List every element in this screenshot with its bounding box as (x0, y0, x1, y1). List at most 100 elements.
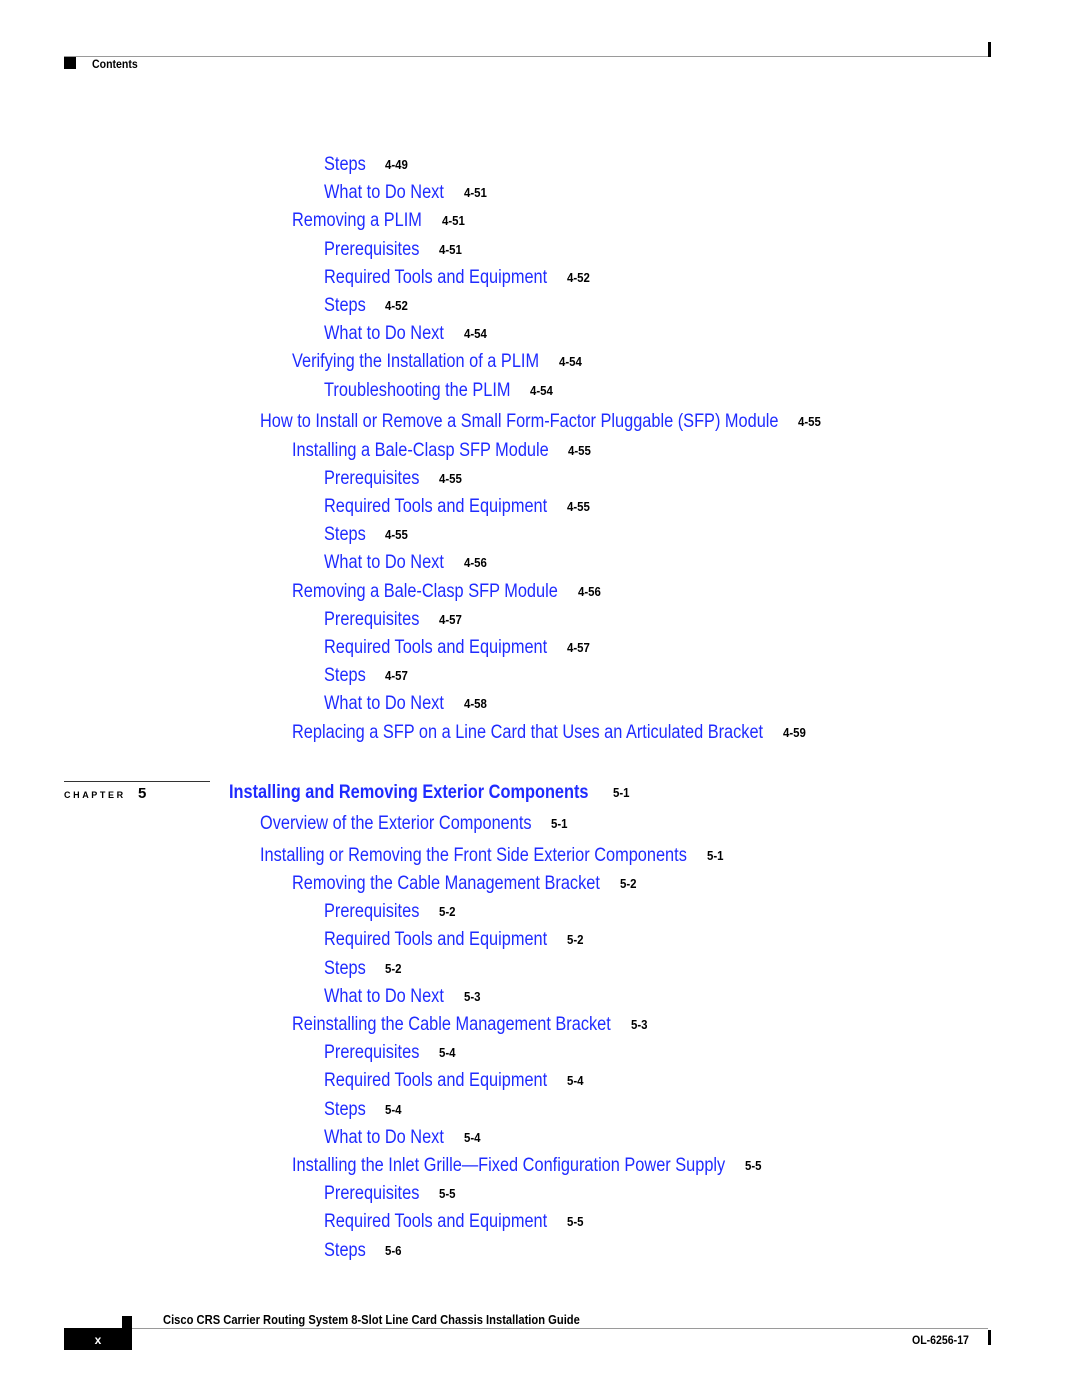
toc-entry[interactable]: Prerequisites 4-55 (324, 469, 465, 488)
toc-entry[interactable]: Removing a Bale-Clasp SFP Module 4-56 (292, 582, 604, 601)
toc-entry-page: 4-49 (385, 157, 409, 172)
chapter-title-link[interactable]: Installing and Removing Exterior Compone… (229, 783, 589, 802)
toc-entry[interactable]: Required Tools and Equipment 5-2 (324, 930, 585, 949)
toc-entry-link[interactable]: Removing a PLIM (292, 211, 422, 230)
toc-entry[interactable]: Overview of the Exterior Components 5-1 (260, 814, 570, 833)
toc-entry-link[interactable]: Installing the Inlet Grille—Fixed Config… (292, 1156, 725, 1175)
toc-entry-page: 5-1 (707, 847, 724, 863)
toc-entry-page: 4-52 (566, 269, 590, 285)
toc-entry-page: 5-6 (385, 1242, 402, 1258)
toc-entry[interactable]: Prerequisites 5-2 (324, 902, 458, 921)
toc-entry[interactable]: Verifying the Installation of a PLIM 4-54 (292, 352, 585, 371)
toc-entry-page: 4-55 (566, 498, 590, 514)
toc-entry-page: 4-52 (385, 298, 409, 313)
toc-entry[interactable]: Removing the Cable Management Bracket 5-2 (292, 874, 639, 893)
toc-entry[interactable]: Replacing a SFP on a Line Card that Uses… (292, 723, 809, 742)
footer-page-number: x (64, 1328, 132, 1350)
chapter-title-entry[interactable]: Installing and Removing Exterior Compone… (229, 783, 632, 802)
toc-entry-page: 5-2 (566, 932, 584, 948)
toc-entry-link[interactable]: Prerequisites (324, 469, 419, 488)
toc-entry-link[interactable]: Required Tools and Equipment (324, 1212, 547, 1231)
toc-entry-link[interactable]: Steps (324, 1241, 366, 1260)
toc-entry-link[interactable]: Steps (324, 155, 366, 174)
toc-entry-link[interactable]: How to Install or Remove a Small Form-Fa… (260, 412, 779, 431)
toc-entry-page: 4-59 (782, 724, 806, 740)
toc-entry-link[interactable]: Replacing a SFP on a Line Card that Uses… (292, 723, 763, 742)
toc-entry-page: 4-55 (385, 527, 409, 543)
toc-entry-link[interactable]: Prerequisites (324, 1043, 419, 1062)
toc-entry-link[interactable]: Troubleshooting the PLIM (324, 381, 511, 400)
toc-entry[interactable]: What to Do Next 4-51 (324, 183, 490, 202)
toc-entry[interactable]: Prerequisites 4-51 (324, 240, 465, 259)
toc-entry-link[interactable]: What to Do Next (324, 183, 444, 202)
toc-entry[interactable]: Installing or Removing the Front Side Ex… (260, 846, 726, 865)
toc-entry-page: 4-57 (566, 639, 590, 655)
footer-rule (132, 1328, 988, 1329)
toc-entry-link[interactable]: What to Do Next (324, 1128, 444, 1147)
toc-entry-link[interactable]: What to Do Next (324, 553, 444, 572)
toc-entry-link[interactable]: Required Tools and Equipment (324, 497, 547, 516)
toc-entry-page: 5-2 (619, 875, 637, 891)
toc-entry-link[interactable]: Reinstalling the Cable Management Bracke… (292, 1015, 611, 1034)
toc-entry-link[interactable]: Steps (324, 296, 366, 315)
toc-entry[interactable]: Steps 4-52 (324, 296, 411, 315)
toc-entry[interactable]: Steps 4-49 (324, 155, 411, 174)
toc-entry-link[interactable]: Steps (324, 525, 366, 544)
toc-entry-link[interactable]: Overview of the Exterior Components (260, 814, 532, 833)
toc-entry[interactable]: What to Do Next 5-4 (324, 1128, 483, 1147)
toc-entry-link[interactable]: Required Tools and Equipment (324, 638, 547, 657)
toc-entry[interactable]: What to Do Next 4-58 (324, 694, 490, 713)
toc-entry-link[interactable]: Steps (324, 1100, 366, 1119)
toc-entry-link[interactable]: Prerequisites (324, 1184, 419, 1203)
toc-entry-link[interactable]: Installing a Bale-Clasp SFP Module (292, 441, 549, 460)
footer-book-title: Cisco CRS Carrier Routing System 8-Slot … (163, 1312, 580, 1327)
footer-marker (122, 1316, 132, 1328)
toc-entry[interactable]: Required Tools and Equipment 4-57 (324, 638, 593, 657)
toc-entry-link[interactable]: Required Tools and Equipment (324, 1071, 547, 1090)
toc-entry[interactable]: Steps 5-4 (324, 1100, 404, 1119)
toc-entry-page: 5-4 (385, 1101, 402, 1117)
toc-entry-link[interactable]: Verifying the Installation of a PLIM (292, 352, 539, 371)
toc-entry-page: 4-56 (577, 583, 601, 599)
toc-entry-link[interactable]: Steps (324, 666, 366, 685)
toc-entry-page: 4-54 (530, 382, 554, 398)
toc-entry-link[interactable]: Removing the Cable Management Bracket (292, 874, 600, 893)
toc-entry[interactable]: Prerequisites 5-5 (324, 1184, 458, 1203)
toc-entry[interactable]: What to Do Next 4-54 (324, 324, 490, 343)
footer-doc-number: OL-6256-17 (912, 1333, 969, 1347)
toc-entry-link[interactable]: What to Do Next (324, 324, 444, 343)
toc-entry[interactable]: Troubleshooting the PLIM 4-54 (324, 381, 556, 400)
toc-entry[interactable]: Prerequisites 5-4 (324, 1043, 458, 1062)
toc-entry[interactable]: Steps 5-2 (324, 959, 404, 978)
toc-entry[interactable]: Steps 4-57 (324, 666, 411, 685)
toc-entry-page: 4-54 (559, 354, 583, 370)
toc-entry-link[interactable]: Prerequisites (324, 610, 419, 629)
toc-entry[interactable]: How to Install or Remove a Small Form-Fa… (260, 412, 825, 431)
toc-entry-link[interactable]: Prerequisites (324, 902, 419, 921)
toc-entry[interactable]: Required Tools and Equipment 4-55 (324, 497, 593, 516)
toc-entry[interactable]: Steps 5-6 (324, 1241, 404, 1260)
toc-entry-link[interactable]: Prerequisites (324, 240, 419, 259)
toc-entry[interactable]: What to Do Next 4-56 (324, 553, 490, 572)
toc-entry-page: 4-55 (798, 414, 822, 430)
toc-entry-page: 5-3 (464, 988, 481, 1004)
toc-entry-link[interactable]: Required Tools and Equipment (324, 268, 547, 287)
toc-entry-link[interactable]: Steps (324, 959, 366, 978)
toc-entry-link[interactable]: What to Do Next (324, 987, 444, 1006)
toc-entry[interactable]: Prerequisites 4-57 (324, 610, 465, 629)
toc-entry-link[interactable]: What to Do Next (324, 694, 444, 713)
toc-entry[interactable]: Reinstalling the Cable Management Bracke… (292, 1015, 649, 1034)
toc-entry[interactable]: Removing a PLIM 4-51 (292, 211, 468, 230)
toc-entry-link[interactable]: Installing or Removing the Front Side Ex… (260, 846, 687, 865)
toc-entry[interactable]: Installing the Inlet Grille—Fixed Config… (292, 1156, 764, 1175)
toc-entry[interactable]: Required Tools and Equipment 5-5 (324, 1212, 585, 1231)
toc-entry-link[interactable]: Required Tools and Equipment (324, 930, 547, 949)
toc-entry-page: 5-2 (439, 904, 456, 920)
toc-entry[interactable]: Steps 4-55 (324, 525, 411, 544)
toc-entry[interactable]: Required Tools and Equipment 5-4 (324, 1071, 585, 1090)
toc-entry[interactable]: What to Do Next 5-3 (324, 987, 483, 1006)
toc-entry-link[interactable]: Removing a Bale-Clasp SFP Module (292, 582, 558, 601)
toc-entry[interactable]: Installing a Bale-Clasp SFP Module 4-55 (292, 441, 594, 460)
header-section-title: Contents (92, 57, 138, 71)
toc-entry[interactable]: Required Tools and Equipment 4-52 (324, 268, 593, 287)
